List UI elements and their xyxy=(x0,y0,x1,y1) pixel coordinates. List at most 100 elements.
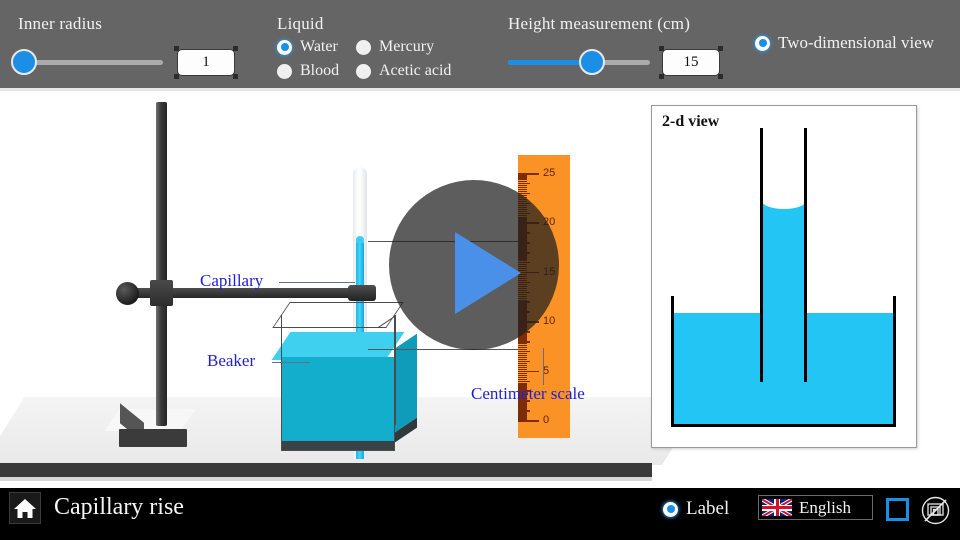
ruler-tick-minor xyxy=(518,406,527,408)
panel-2d-capillary-wall-right xyxy=(804,128,807,382)
two-dimensional-view-toggle[interactable]: Two-dimensional view xyxy=(755,33,934,53)
panel-2d-beaker-wall-left xyxy=(671,296,674,427)
liquid-label: Liquid xyxy=(277,14,324,33)
inner-radius-value: 1 xyxy=(202,54,210,70)
hide-layers-button[interactable] xyxy=(920,495,951,526)
ruler-tick-minor xyxy=(518,188,527,191)
ruler-tick-minor xyxy=(518,364,527,367)
corner-mark xyxy=(718,74,723,79)
two-dimensional-view-panel: 2-d view xyxy=(651,105,917,448)
ruler-tick-minor xyxy=(518,184,527,187)
ruler-tick-minor xyxy=(518,342,527,345)
ruler-tick-minor xyxy=(518,410,530,412)
ruler-tick-minor xyxy=(518,356,527,359)
panel-2d-meniscus xyxy=(762,193,806,209)
radio-icon[interactable] xyxy=(277,39,292,55)
guide-line-bottom xyxy=(368,349,520,350)
slider-thumb[interactable] xyxy=(579,49,605,75)
tube-clamp xyxy=(348,285,376,301)
ruler-tick-minor xyxy=(518,372,527,375)
ruler-tick-minor xyxy=(518,337,527,339)
fullscreen-button[interactable] xyxy=(886,498,909,521)
ruler-tick-minor xyxy=(518,418,527,420)
panel-2d-beaker-base xyxy=(671,424,896,427)
liquid-option-label: Mercury xyxy=(379,38,435,55)
liquid-option-blood[interactable]: Blood xyxy=(277,62,339,80)
panel-2d-title: 2-d view xyxy=(662,113,720,130)
height-measurement-value: 15 xyxy=(683,54,699,70)
ruler-tick-minor xyxy=(518,360,530,363)
uk-flag-icon xyxy=(762,499,792,516)
corner-mark xyxy=(718,46,723,51)
app-title: Capillary rise xyxy=(54,494,184,520)
capillary-meniscus xyxy=(356,236,364,243)
beaker-label: Beaker xyxy=(207,351,256,370)
ruler-tick-minor xyxy=(518,412,527,414)
beaker-leader-line xyxy=(272,362,310,363)
radio-icon[interactable] xyxy=(356,63,371,79)
ruler-tick-minor xyxy=(518,350,530,353)
corner-mark xyxy=(659,46,664,51)
language-selector[interactable]: English xyxy=(758,495,873,520)
ruler-tick-minor xyxy=(518,175,527,177)
height-measurement-value-box[interactable]: 15 xyxy=(659,46,723,79)
fullscreen-icon xyxy=(897,509,909,521)
liquid-option-label: Acetic acid xyxy=(379,62,452,79)
inner-radius-slider[interactable] xyxy=(11,49,163,75)
ruler-tick-minor xyxy=(518,178,527,181)
home-button[interactable] xyxy=(9,492,41,524)
corner-mark xyxy=(233,74,238,79)
play-icon[interactable] xyxy=(455,232,521,314)
panel-2d-beaker-wall-right xyxy=(893,296,896,427)
slider-thumb[interactable] xyxy=(11,49,37,75)
panel-2d-capillary-liquid xyxy=(762,201,806,426)
ruler-tick-minor xyxy=(518,180,527,183)
radio-icon[interactable] xyxy=(277,63,292,79)
panel-2d-capillary-wall-left xyxy=(760,128,763,382)
stand-clamp-block xyxy=(150,280,173,306)
corner-mark xyxy=(174,46,179,51)
two-dimensional-view-label: Two-dimensional view xyxy=(778,33,935,52)
liquid-option-water[interactable]: Water xyxy=(277,38,338,56)
radio-icon[interactable] xyxy=(356,39,371,55)
ruler-tick-minor xyxy=(518,368,527,371)
ruler-tick-minor xyxy=(518,362,527,365)
stand-base-front xyxy=(119,429,187,447)
ruler-tick-minor xyxy=(518,414,527,416)
ruler-tick-minor xyxy=(518,341,530,343)
ruler-number: 25 xyxy=(543,167,556,179)
ruler-tick-minor xyxy=(518,352,527,355)
language-name: English xyxy=(799,497,851,517)
label-toggle-text: Label xyxy=(686,498,730,519)
stand-base-top xyxy=(104,409,196,431)
home-icon xyxy=(14,499,36,518)
stand-rod xyxy=(156,102,167,426)
radio-icon[interactable] xyxy=(663,501,678,517)
ruler-tick-minor xyxy=(518,404,527,406)
beaker-glass-front xyxy=(281,315,395,451)
table-shadow xyxy=(0,477,652,481)
inner-radius-label: Inner radius xyxy=(18,14,103,33)
radio-icon[interactable] xyxy=(755,35,770,51)
ruler-leader-line xyxy=(543,348,544,385)
control-toolbar: Inner radius 1 Liquid Water Mercury Bloo… xyxy=(0,0,960,88)
height-measurement-slider[interactable] xyxy=(508,49,650,75)
label-toggle[interactable]: Label xyxy=(663,498,729,520)
simulation-app: Inner radius 1 Liquid Water Mercury Bloo… xyxy=(0,0,960,540)
ruler-tick-minor xyxy=(518,380,530,383)
ruler-number: 0 xyxy=(543,414,550,426)
liquid-option-label: Blood xyxy=(300,62,340,79)
inner-radius-value-box[interactable]: 1 xyxy=(174,46,238,79)
ruler-tick-minor xyxy=(518,408,527,410)
corner-mark xyxy=(174,74,179,79)
ruler-number: 10 xyxy=(543,315,556,328)
height-measurement-label: Height measurement (cm) xyxy=(508,14,691,33)
liquid-option-acetic-acid[interactable]: Acetic acid xyxy=(356,62,451,80)
no-layers-icon xyxy=(921,496,950,525)
ruler-tick-minor xyxy=(518,186,527,189)
ruler-tick-minor xyxy=(518,339,527,341)
liquid-option-mercury[interactable]: Mercury xyxy=(356,38,434,56)
ruler-tick-minor xyxy=(518,182,530,185)
table-edge xyxy=(0,463,652,477)
ruler-tick-minor xyxy=(518,358,527,361)
